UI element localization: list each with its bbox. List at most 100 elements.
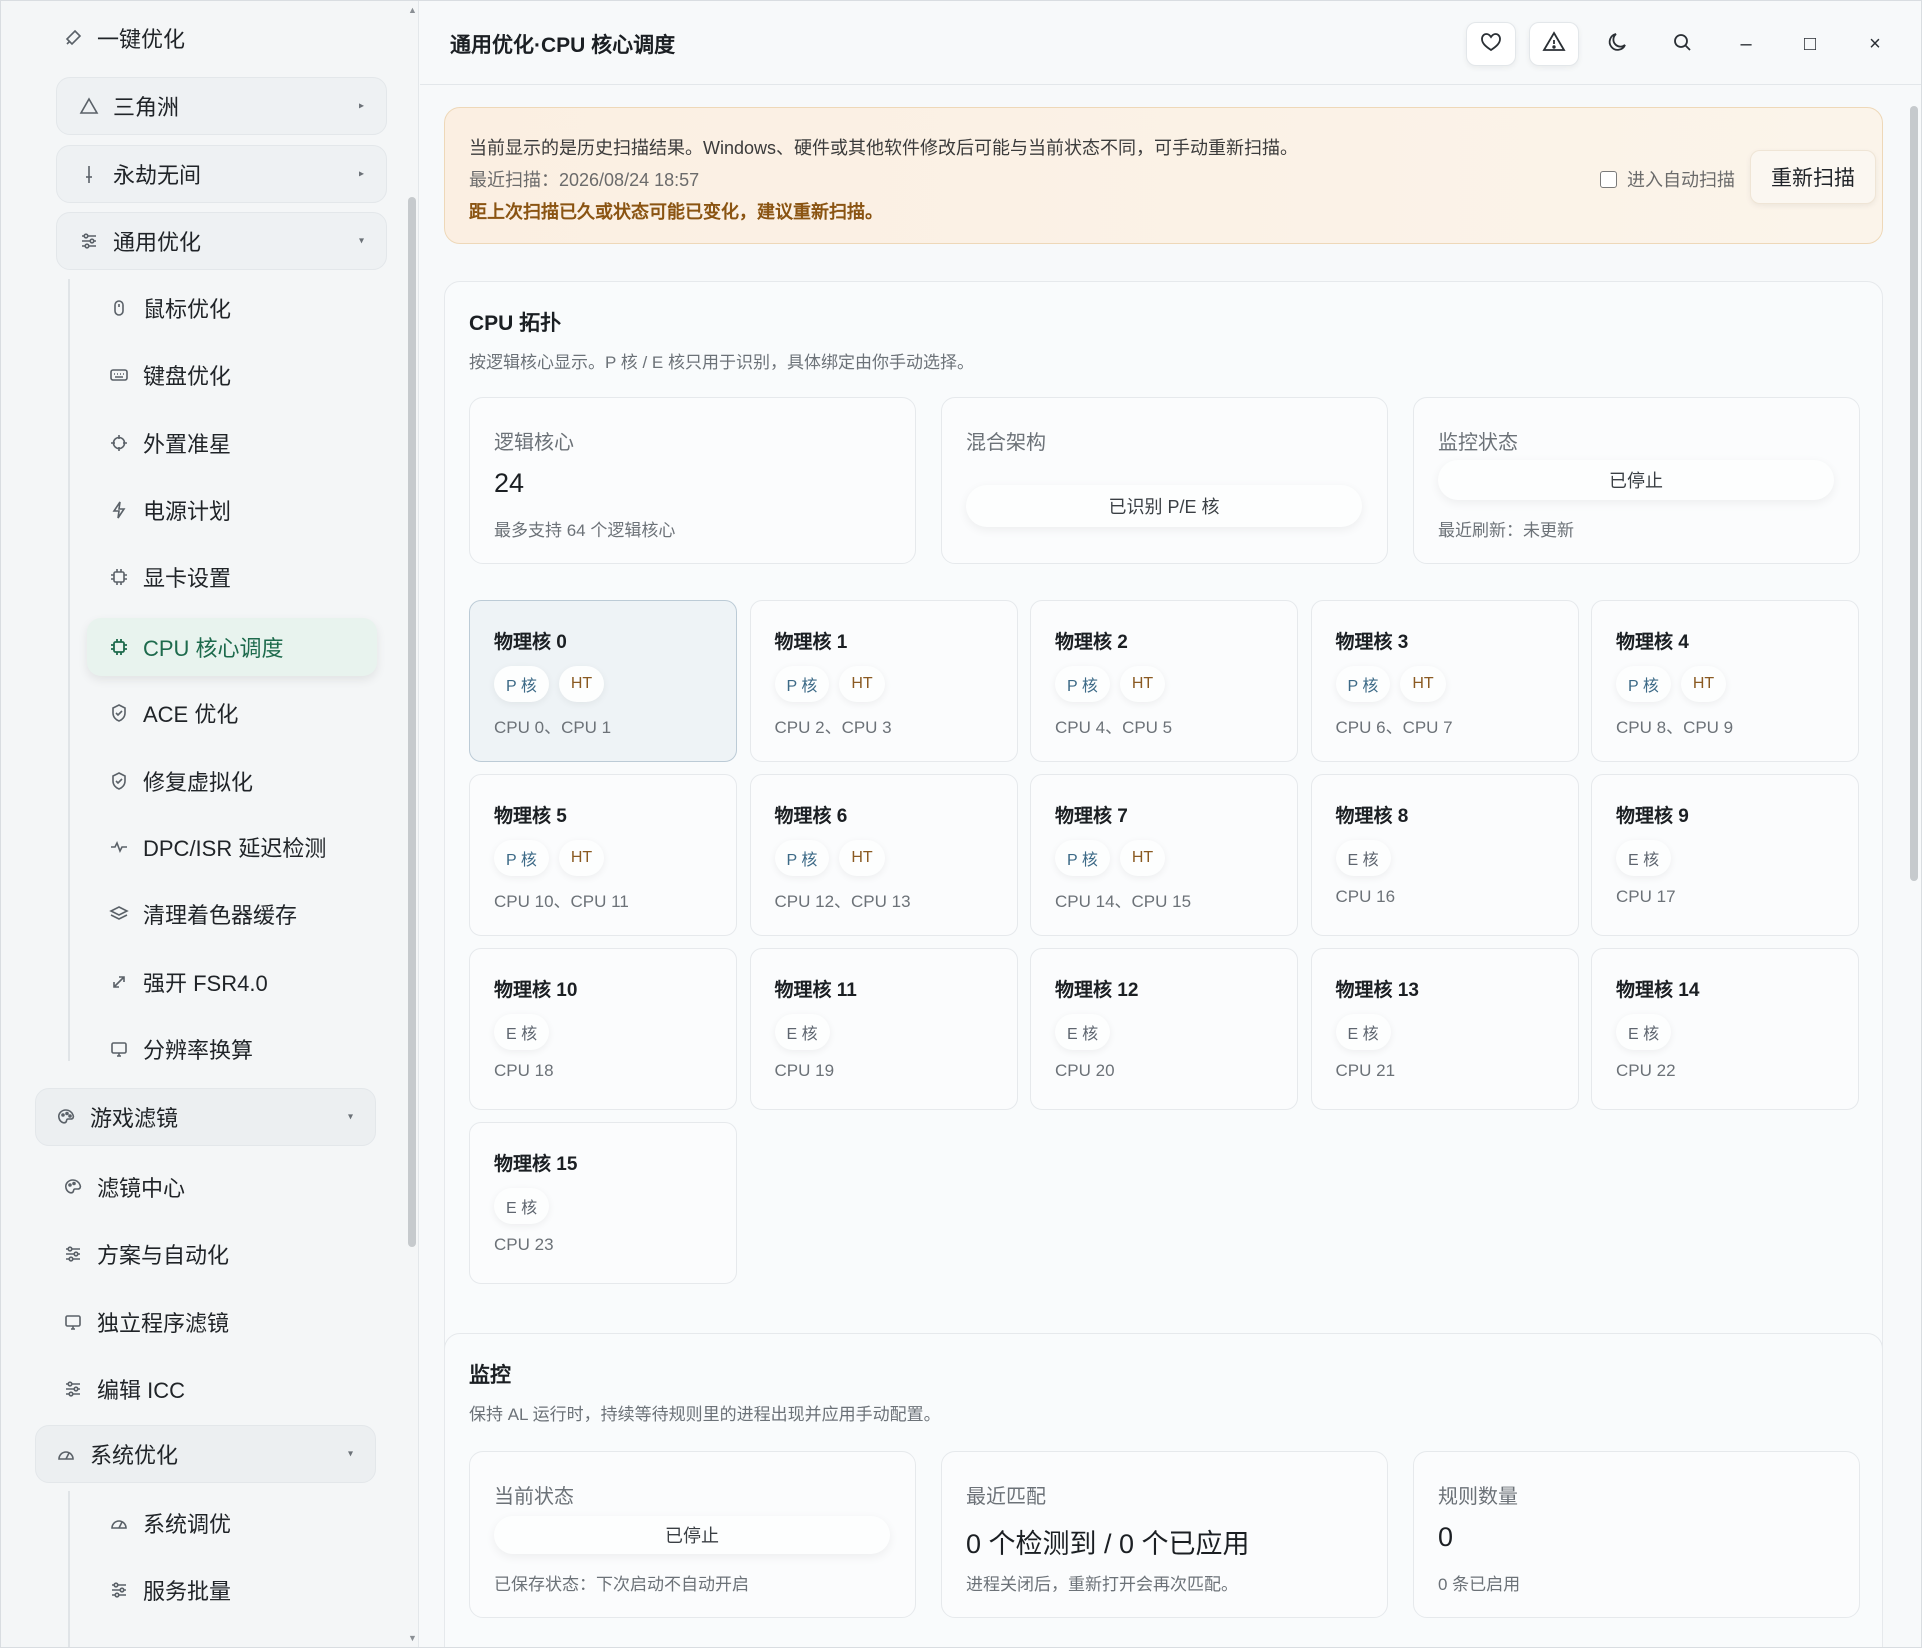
core-logical-cpus: CPU 19 [774, 1061, 835, 1080]
core-tags: P 核 HT [1055, 840, 1166, 876]
sidebar-item-resolution[interactable]: 分辨率换算 [109, 1034, 253, 1064]
sliders-icon [109, 1580, 129, 1600]
triangle-icon [79, 96, 99, 116]
auto-scan-toggle[interactable]: 进入自动扫描 [1600, 166, 1735, 192]
sidebar-item-services[interactable]: 服务批量 [109, 1575, 231, 1605]
e-core-badge: E 核 [1335, 840, 1391, 876]
sidebar-item-label: 分辨率换算 [143, 1038, 254, 1063]
cpu-topology-card: CPU 拓扑 按逻辑核心显示。P 核 / E 核只用于识别，具体绑定由你手动选择… [444, 281, 1883, 1391]
core-logical-cpus: CPU 16 [1335, 887, 1396, 906]
sidebar-item-one-click[interactable]: 一键优化 [63, 23, 185, 53]
physical-core-card[interactable]: 物理核 13 E 核 CPU 21 [1310, 948, 1579, 1110]
sidebar-group-delta[interactable]: 三角洲 ▸ [56, 77, 387, 135]
stat-sub: 进程关闭后，重新打开会再次匹配。 [966, 1575, 1238, 1594]
main-content: 当前显示的是历史扫描结果。Windows、硬件或其他软件修改后可能与当前状态不同… [420, 86, 1906, 1647]
status-badge: 已停止 [1438, 460, 1834, 500]
lightning-icon [109, 500, 129, 520]
physical-core-card[interactable]: 物理核 2 P 核 HT CPU 4、CPU 5 [1030, 600, 1298, 762]
scrollbar-thumb[interactable] [1910, 106, 1918, 881]
theme-toggle-button[interactable] [1593, 22, 1643, 66]
sidebar-item-virtualization[interactable]: 修复虚拟化 [109, 766, 253, 796]
physical-core-card[interactable]: 物理核 14 E 核 CPU 22 [1591, 948, 1859, 1110]
physical-core-card[interactable]: 物理核 15 E 核 CPU 23 [469, 1122, 737, 1284]
physical-core-card[interactable]: 物理核 5 P 核 HT CPU 10、CPU 11 [469, 774, 737, 936]
physical-core-card[interactable]: 物理核 11 E 核 CPU 19 [749, 948, 1018, 1110]
stat-value: 24 [494, 468, 525, 498]
physical-core-card[interactable]: 物理核 0 P 核 HT CPU 0、CPU 1 [469, 600, 737, 762]
close-icon: × [1869, 32, 1881, 55]
physical-core-card[interactable]: 物理核 6 P 核 HT CPU 12、CPU 13 [749, 774, 1018, 936]
sidebar-item-fsr[interactable]: 强开 FSR4.0 [109, 967, 268, 997]
maximize-button[interactable]: □ [1785, 22, 1835, 66]
scroll-down-arrow-icon[interactable]: ▼ [408, 1633, 417, 1643]
sidebar-item-keyboard[interactable]: 键盘优化 [109, 360, 231, 390]
chip-icon [109, 567, 129, 587]
sidebar-item-power[interactable]: 电源计划 [109, 495, 231, 525]
favorite-button[interactable] [1466, 22, 1516, 66]
sidebar-item-dpc[interactable]: DPC/ISR 延迟检测 [109, 832, 326, 862]
core-tags: E 核 [1616, 840, 1672, 876]
crosshair-icon [109, 433, 129, 453]
sidebar-item-icc[interactable]: 编辑 ICC [63, 1374, 185, 1404]
scrollbar-thumb[interactable] [408, 197, 416, 1247]
physical-core-card[interactable]: 物理核 9 E 核 CPU 17 [1591, 774, 1859, 936]
sidebar-group-system[interactable]: 系统优化 ▾ [35, 1425, 376, 1483]
sidebar-item-cpu-scheduling[interactable]: CPU 核心调度 [109, 632, 284, 662]
stat-label: 当前状态 [494, 1486, 574, 1508]
physical-core-card[interactable]: 物理核 1 P 核 HT CPU 2、CPU 3 [749, 600, 1018, 762]
minimize-button[interactable]: – [1721, 22, 1771, 66]
header: 通用优化·CPU 核心调度 – □ × [420, 1, 1921, 85]
core-tags: E 核 [1055, 1014, 1111, 1050]
physical-core-card[interactable]: 物理核 8 E 核 CPU 16 [1310, 774, 1579, 936]
auto-scan-checkbox[interactable] [1600, 170, 1617, 188]
monitor-status-stat: 监控状态 已停止 最近刷新：未更新 [1413, 397, 1860, 564]
sidebar-item-gpu[interactable]: 显卡设置 [109, 562, 231, 592]
core-title: 物理核 5 [494, 806, 567, 827]
main-scrollbar[interactable] [1907, 86, 1921, 1647]
ht-badge: HT [839, 666, 885, 702]
sidebar-group-filters[interactable]: 游戏滤镜 ▾ [35, 1088, 376, 1146]
sidebar-item-ace[interactable]: ACE 优化 [109, 698, 238, 728]
physical-core-card[interactable]: 物理核 7 P 核 HT CPU 14、CPU 15 [1030, 774, 1298, 936]
sidebar-group-label: 通用优化 [113, 230, 202, 255]
warning-button[interactable] [1529, 22, 1579, 66]
scroll-up-arrow-icon[interactable]: ▲ [408, 5, 417, 15]
maximize-icon: □ [1803, 32, 1817, 55]
e-core-badge: E 核 [494, 1014, 550, 1050]
core-logical-cpus: CPU 21 [1335, 1061, 1396, 1080]
close-button[interactable]: × [1850, 22, 1900, 66]
sidebar-group-label: 永劫无间 [113, 163, 202, 188]
sidebar-item-automation[interactable]: 方案与自动化 [63, 1239, 229, 1269]
core-tags: E 核 [494, 1014, 550, 1050]
e-core-badge: E 核 [774, 1014, 830, 1050]
sidebar-item-app-filter[interactable]: 独立程序滤镜 [63, 1307, 229, 1337]
e-core-badge: E 核 [494, 1188, 550, 1224]
sidebar-group-label: 三角洲 [113, 95, 180, 120]
chevron-right-icon: ▸ [358, 168, 364, 180]
sidebar-item-filter-center[interactable]: 滤镜中心 [63, 1172, 185, 1202]
search-button[interactable] [1657, 22, 1707, 66]
core-title: 物理核 8 [1335, 806, 1409, 827]
core-tags: P 核 HT [494, 840, 605, 876]
sidebar-group-general[interactable]: 通用优化 ▾ [56, 212, 387, 270]
physical-core-card[interactable]: 物理核 4 P 核 HT CPU 8、CPU 9 [1591, 600, 1859, 762]
shield-icon [109, 703, 129, 723]
stat-sub: 最多支持 64 个逻辑核心 [494, 521, 676, 540]
sidebar-item-mouse[interactable]: 鼠标优化 [109, 293, 231, 323]
sidebar-scrollbar[interactable]: ▲ ▼ [405, 1, 419, 1647]
physical-core-card[interactable]: 物理核 10 E 核 CPU 18 [469, 948, 737, 1110]
core-tags: P 核 HT [1616, 666, 1727, 702]
physical-core-card[interactable]: 物理核 3 P 核 HT CPU 6、CPU 7 [1310, 600, 1579, 762]
p-core-badge: P 核 [774, 840, 830, 876]
gauge-icon [109, 1513, 129, 1533]
tree-guide-line [68, 1491, 70, 1647]
physical-core-card[interactable]: 物理核 12 E 核 CPU 20 [1030, 948, 1298, 1110]
chevron-down-icon: ▾ [358, 235, 364, 247]
core-logical-cpus: CPU 8、CPU 9 [1616, 718, 1734, 737]
rescan-button[interactable]: 重新扫描 [1750, 150, 1876, 204]
sidebar-item-shader-cache[interactable]: 清理着色器缓存 [109, 899, 297, 929]
sidebar-item-system-tuning[interactable]: 系统调优 [109, 1508, 231, 1538]
sidebar-item-crosshair[interactable]: 外置准星 [109, 428, 231, 458]
sidebar-group-naraka[interactable]: 永劫无间 ▸ [56, 145, 387, 203]
e-core-badge: E 核 [1055, 1014, 1111, 1050]
